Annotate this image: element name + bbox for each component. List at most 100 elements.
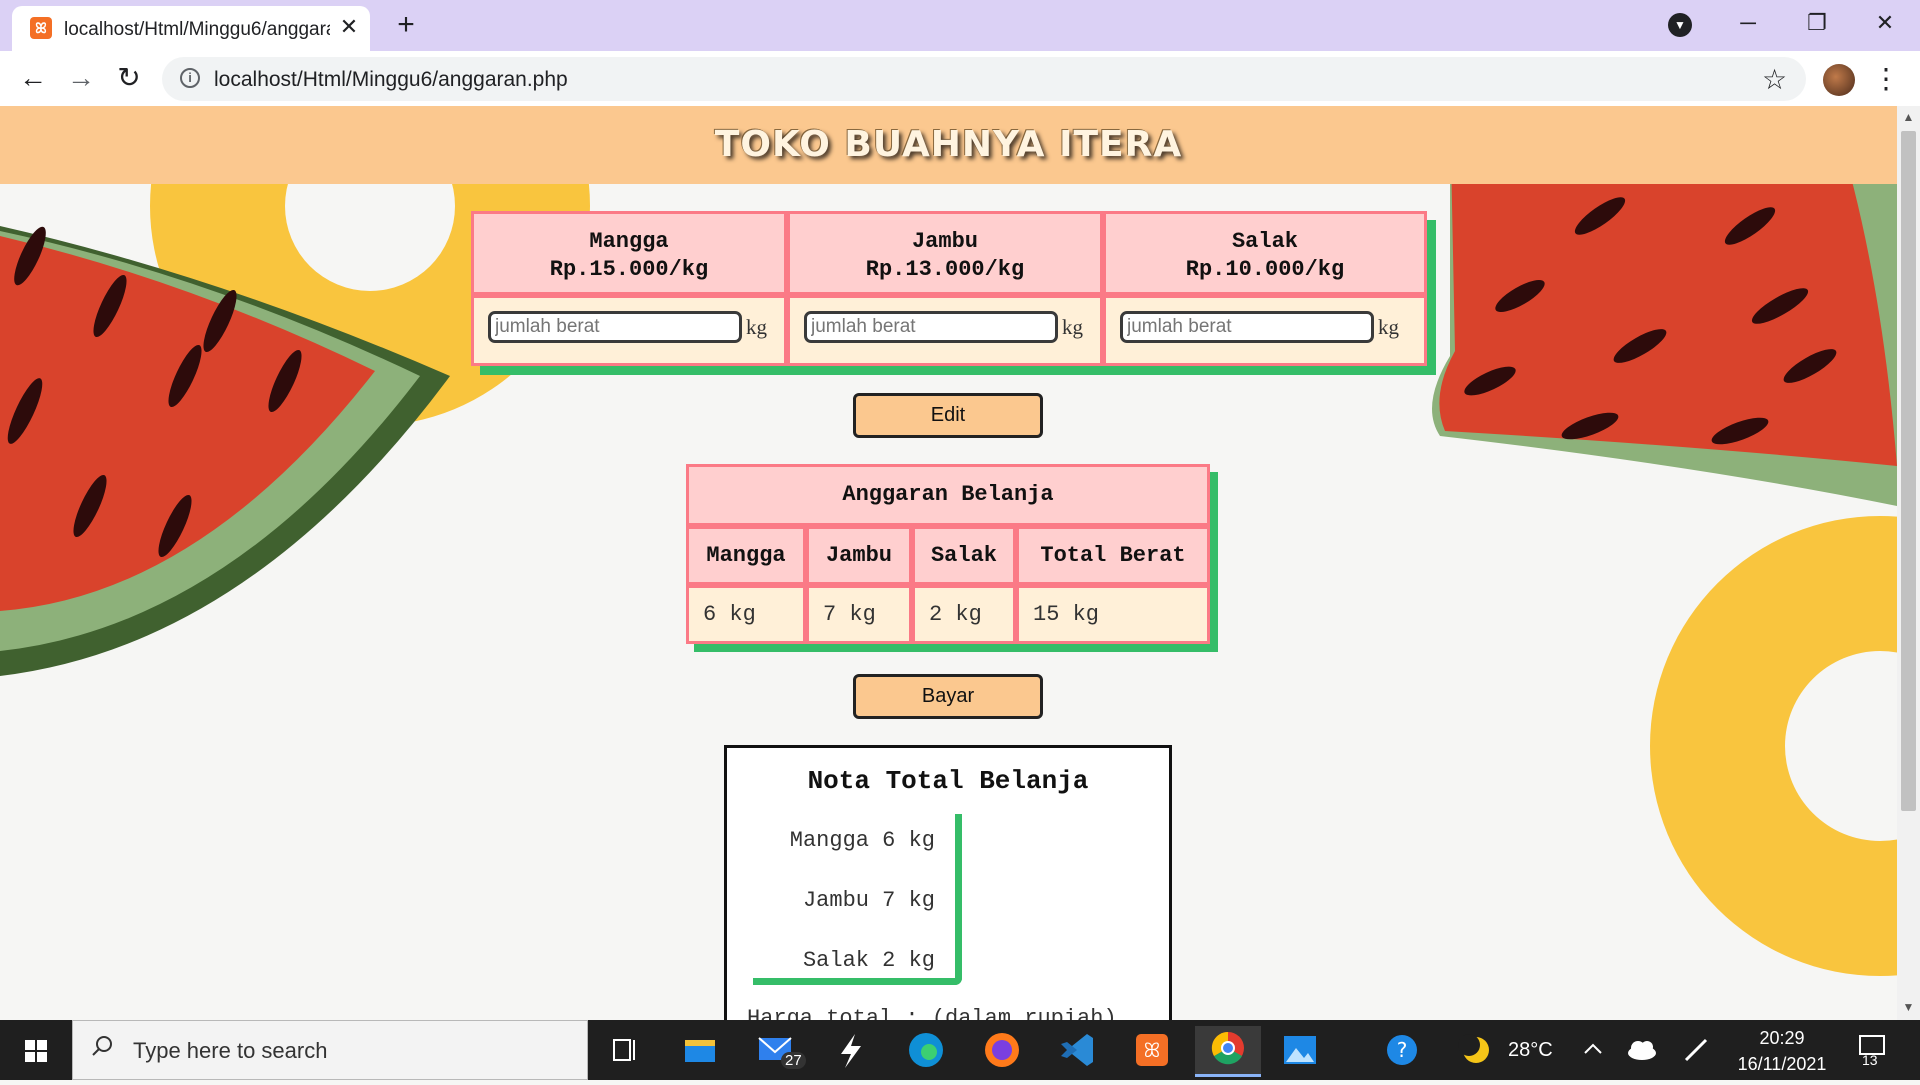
- browser-toolbar: ← → ↻ i localhost/Html/Minggu6/anggaran.…: [0, 51, 1920, 107]
- task-view-button[interactable]: [594, 1026, 654, 1074]
- budget-value: 6 kg: [686, 585, 806, 644]
- search-icon: [92, 1036, 112, 1056]
- pen-tray-icon[interactable]: [1672, 1026, 1720, 1074]
- svg-text:ꕤ: ꕤ: [1144, 1038, 1161, 1062]
- bookmark-star-icon[interactable]: ☆: [1762, 63, 1787, 96]
- scroll-thumb[interactable]: [1901, 131, 1916, 811]
- page-title: TOKO BUAHNYA ITERA: [714, 124, 1183, 165]
- budget-value: 15 kg: [1016, 585, 1210, 644]
- help-tray-icon[interactable]: ?: [1372, 1026, 1432, 1074]
- product-price: Rp.13.000/kg: [865, 257, 1025, 282]
- product-header-mangga: Mangga Rp.15.000/kg: [471, 211, 787, 295]
- budget-header: Jambu: [806, 526, 912, 585]
- budget-header: Total Berat: [1016, 526, 1210, 585]
- browser-tab[interactable]: ꕤ localhost/Html/Minggu6/anggaran.php ✕: [12, 6, 370, 51]
- scroll-down-icon[interactable]: ▼: [1897, 1000, 1920, 1016]
- vscode-icon: [1061, 1034, 1093, 1066]
- forward-button[interactable]: →: [64, 62, 98, 96]
- weather-widget[interactable]: [1448, 1026, 1504, 1074]
- xampp-favicon-icon: ꕤ: [30, 17, 52, 39]
- clock-time[interactable]: 20:29: [1740, 1028, 1824, 1049]
- unit-label: kg: [746, 315, 767, 339]
- site-info-icon[interactable]: i: [180, 68, 200, 88]
- tab-search-icon[interactable]: ▼: [1668, 13, 1692, 37]
- receipt-title: Nota Total Belanja: [807, 766, 1089, 796]
- price-table: Mangga Rp.15.000/kg Jambu Rp.13.000/kg S…: [471, 211, 1427, 366]
- moon-weather-icon: [1458, 1034, 1489, 1063]
- chrome-app[interactable]: [1195, 1026, 1261, 1077]
- search-placeholder: Type here to search: [133, 1038, 328, 1063]
- app-icon-bolt[interactable]: [821, 1026, 881, 1074]
- minimize-button[interactable]: ─: [1725, 6, 1771, 40]
- reload-button[interactable]: ↻: [112, 62, 146, 96]
- tray-chevron-up-icon[interactable]: [1578, 1026, 1608, 1074]
- clock-date[interactable]: 16/11/2021: [1728, 1054, 1836, 1075]
- pineapple-ring-bottom-right: [1650, 516, 1897, 976]
- notification-count: 13: [1862, 1052, 1878, 1068]
- tab-close-icon[interactable]: ✕: [336, 14, 362, 40]
- xampp-icon: ꕤ: [1136, 1034, 1168, 1066]
- pay-button[interactable]: Bayar: [853, 674, 1043, 719]
- chrome-icon: [1211, 1031, 1244, 1065]
- budget-header: Mangga: [686, 526, 806, 585]
- restore-button[interactable]: ❐: [1794, 6, 1840, 40]
- firefox-app[interactable]: [972, 1026, 1032, 1074]
- edit-button[interactable]: Edit: [853, 393, 1043, 438]
- weight-cell-salak: kg: [1103, 295, 1427, 366]
- product-price: Rp.10.000/kg: [1185, 257, 1345, 282]
- scroll-up-icon[interactable]: ▲: [1897, 110, 1920, 126]
- product-header-jambu: Jambu Rp.13.000/kg: [787, 211, 1103, 295]
- close-window-button[interactable]: ✕: [1862, 6, 1908, 40]
- budget-header: Salak: [912, 526, 1016, 585]
- chrome-menu-icon[interactable]: ⋮: [1872, 61, 1900, 97]
- new-tab-button[interactable]: +: [390, 10, 422, 42]
- bolt-icon: [841, 1034, 861, 1068]
- receipt-item: Mangga 6 kg: [789, 828, 935, 853]
- folder-icon: [685, 1040, 715, 1062]
- pen-icon: [1684, 1038, 1708, 1062]
- chevron-up-icon: [1584, 1043, 1602, 1054]
- windows-taskbar: Type here to search 27 ꕤ ? 28°C 20:29 16…: [0, 1020, 1920, 1080]
- receipt-box: Nota Total Belanja Mangga 6 kg Jambu 7 k…: [724, 745, 1172, 1020]
- edge-icon: [909, 1033, 943, 1067]
- taskbar-search-box[interactable]: Type here to search: [72, 1020, 588, 1080]
- product-name: Salak: [1231, 229, 1298, 254]
- receipt-item: Jambu 7 kg: [802, 888, 935, 913]
- address-bar[interactable]: i localhost/Html/Minggu6/anggaran.php ☆: [162, 57, 1806, 101]
- back-button[interactable]: ←: [16, 62, 50, 96]
- browser-tab-strip: ꕤ localhost/Html/Minggu6/anggaran.php ✕ …: [0, 0, 1920, 51]
- xampp-app[interactable]: ꕤ: [1122, 1026, 1182, 1074]
- weather-temperature[interactable]: 28°C: [1508, 1039, 1553, 1062]
- weight-input-salak[interactable]: [1120, 311, 1374, 343]
- budget-value: 7 kg: [806, 585, 912, 644]
- receipt-total-label: Harga total : (dalam rupiah): [747, 1006, 1117, 1020]
- weight-input-mangga[interactable]: [488, 311, 742, 343]
- unit-label: kg: [1378, 315, 1399, 339]
- photos-app[interactable]: [1270, 1026, 1330, 1074]
- receipt-items: Mangga 6 kg Jambu 7 kg Salak 2 kg: [753, 814, 962, 985]
- budget-value: 2 kg: [912, 585, 1016, 644]
- page-scrollbar[interactable]: ▲ ▼: [1897, 106, 1920, 1020]
- page-viewport: TOKO BUAHNYA ITERA Mangga Rp.15.000/kg J…: [0, 106, 1897, 1020]
- mail-badge: 27: [781, 1052, 806, 1069]
- onedrive-icon[interactable]: [1618, 1026, 1666, 1074]
- cloud-icon: [1628, 1041, 1656, 1060]
- unit-label: kg: [1062, 315, 1083, 339]
- mail-app[interactable]: 27: [745, 1026, 806, 1074]
- svg-text:?: ?: [1397, 1038, 1408, 1062]
- weight-cell-mangga: kg: [471, 295, 787, 366]
- help-icon: ?: [1387, 1035, 1417, 1065]
- weight-input-jambu[interactable]: [804, 311, 1058, 343]
- weight-cell-jambu: kg: [787, 295, 1103, 366]
- profile-avatar[interactable]: [1823, 64, 1855, 96]
- site-header: TOKO BUAHNYA ITERA: [0, 106, 1897, 184]
- budget-table: Anggaran Belanja Mangga Jambu Salak Tota…: [686, 464, 1210, 644]
- start-button[interactable]: [0, 1020, 72, 1080]
- tab-title: localhost/Html/Minggu6/anggaran.php: [64, 19, 330, 40]
- receipt-item: Salak 2 kg: [802, 948, 935, 973]
- file-explorer-app[interactable]: [669, 1026, 729, 1074]
- url-text[interactable]: localhost/Html/Minggu6/anggaran.php: [214, 68, 568, 92]
- vscode-app[interactable]: [1047, 1026, 1107, 1074]
- edge-browser-app[interactable]: [896, 1026, 956, 1074]
- product-header-salak: Salak Rp.10.000/kg: [1103, 211, 1427, 295]
